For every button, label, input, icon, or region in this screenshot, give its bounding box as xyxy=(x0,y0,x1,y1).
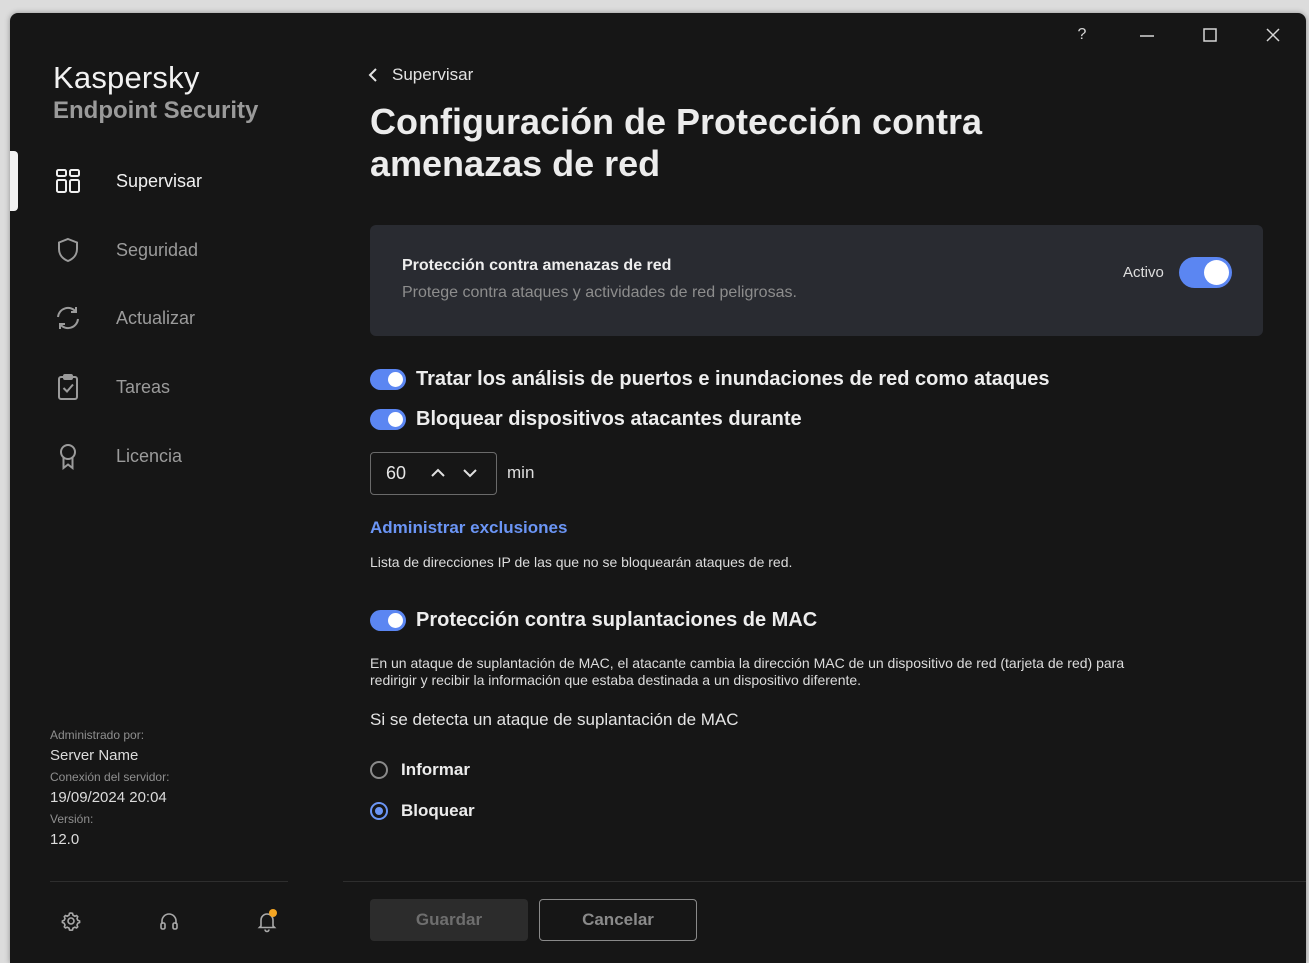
server-connection-value: 19/09/2024 20:04 xyxy=(50,789,167,806)
sidebar-item-label: Supervisar xyxy=(116,170,203,191)
card-title: Protección contra amenazas de red xyxy=(402,257,672,274)
block-duration-value: 60 xyxy=(386,463,407,483)
mac-description-line1: En un ataque de suplantación de MAC, el … xyxy=(370,655,1125,671)
radio-button-selected[interactable] xyxy=(370,802,388,820)
port-scan-toggle[interactable] xyxy=(370,369,406,390)
close-button[interactable] xyxy=(1253,23,1293,47)
clipboard-icon xyxy=(54,373,82,401)
increment-button[interactable] xyxy=(428,463,448,483)
sidebar-item-licencia[interactable]: Licencia xyxy=(10,428,340,484)
radio-bloquear[interactable]: Bloquear xyxy=(370,801,475,821)
sidebar-item-supervisar[interactable]: Supervisar xyxy=(10,153,340,209)
shield-icon xyxy=(54,236,82,264)
card-state-label: Activo xyxy=(1123,264,1164,281)
block-duration-unit: min xyxy=(507,463,535,482)
radio-label: Informar xyxy=(401,760,470,779)
back-link[interactable]: Supervisar xyxy=(368,65,473,85)
block-devices-toggle[interactable] xyxy=(370,409,406,430)
settings-button[interactable] xyxy=(59,909,83,933)
product-name: Endpoint Security xyxy=(53,97,259,124)
refresh-icon xyxy=(54,304,82,332)
block-duration-stepper[interactable]: 60 xyxy=(370,452,497,495)
minimize-button[interactable] xyxy=(1127,23,1167,47)
help-icon[interactable]: ? xyxy=(1062,23,1102,47)
sidebar-item-label: Licencia xyxy=(116,445,183,466)
support-button[interactable] xyxy=(157,909,181,933)
port-scan-label: Tratar los análisis de puertos e inundac… xyxy=(416,368,1050,390)
chevron-left-icon xyxy=(368,68,377,82)
managed-by-value: Server Name xyxy=(50,747,139,764)
app-window: ? Kaspersky Endpoint Security Supervisar xyxy=(10,13,1306,963)
toggle-knob xyxy=(1204,260,1229,285)
sidebar-item-tareas[interactable]: Tareas xyxy=(10,359,340,415)
toggle-knob xyxy=(388,412,403,427)
notifications-button[interactable] xyxy=(255,909,279,933)
protection-toggle[interactable] xyxy=(1179,257,1232,288)
chevron-up-icon xyxy=(431,468,445,477)
mac-description-line2: redirigir y recibir la información que e… xyxy=(370,672,862,688)
close-icon xyxy=(1266,28,1280,42)
sidebar-item-actualizar[interactable]: Actualizar xyxy=(10,290,340,346)
minimize-icon xyxy=(1140,35,1154,37)
award-icon xyxy=(54,442,82,471)
back-link-label: Supervisar xyxy=(392,65,474,84)
version-value: 12.0 xyxy=(50,831,80,848)
decrement-button[interactable] xyxy=(460,463,480,483)
mac-action-question: Si se detecta un ataque de suplantación … xyxy=(370,710,739,729)
brand-name: Kaspersky xyxy=(53,60,200,95)
footer-divider xyxy=(343,881,1306,882)
toggle-knob xyxy=(388,613,403,628)
block-devices-label: Bloquear dispositivos atacantes durante xyxy=(416,408,802,430)
notification-dot xyxy=(269,909,277,917)
sidebar-item-label: Seguridad xyxy=(116,239,199,260)
sidebar-divider xyxy=(50,881,288,882)
radio-label: Bloquear xyxy=(401,801,475,820)
sidebar-item-seguridad[interactable]: Seguridad xyxy=(10,222,340,278)
chevron-down-icon xyxy=(463,469,477,478)
card-subtitle: Protege contra ataques y actividades de … xyxy=(402,284,797,301)
cancel-button[interactable]: Cancelar xyxy=(539,899,697,941)
protection-card: Protección contra amenazas de red Proteg… xyxy=(370,225,1263,336)
maximize-icon xyxy=(1203,28,1217,42)
radio-informar[interactable]: Informar xyxy=(370,760,470,780)
manage-exclusions-link[interactable]: Administrar exclusiones xyxy=(370,518,567,538)
toggle-knob xyxy=(388,372,403,387)
mac-spoofing-label: Protección contra suplantaciones de MAC xyxy=(416,609,818,631)
version-label: Versión: xyxy=(50,812,94,826)
managed-by-label: Administrado por: xyxy=(50,728,145,742)
headset-icon xyxy=(160,913,178,930)
exclusions-description: Lista de direcciones IP de las que no se… xyxy=(370,554,793,570)
sidebar-item-label: Tareas xyxy=(116,376,171,397)
dashboard-icon xyxy=(54,167,82,195)
mac-spoofing-toggle[interactable] xyxy=(370,610,406,631)
save-button[interactable]: Guardar xyxy=(370,899,528,941)
server-connection-label: Conexión del servidor: xyxy=(50,770,170,784)
page-title: Configuración de Protección contra amena… xyxy=(370,101,983,184)
gear-icon xyxy=(61,912,81,932)
sidebar-item-label: Actualizar xyxy=(116,307,196,328)
radio-button[interactable] xyxy=(370,761,388,779)
maximize-button[interactable] xyxy=(1190,23,1230,47)
